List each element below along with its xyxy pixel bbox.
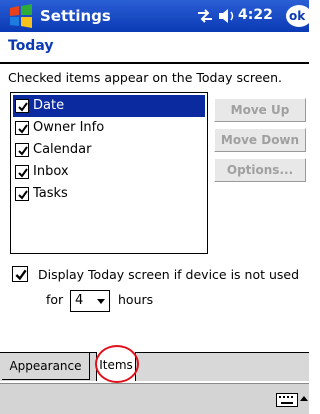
list-item-tasks[interactable]: Tasks xyxy=(13,183,205,205)
checkbox-tasks[interactable] xyxy=(15,187,29,201)
hours-dropdown[interactable]: 4 xyxy=(70,290,110,312)
hours-label: hours xyxy=(118,292,154,307)
app-title: Settings xyxy=(40,7,111,25)
checkmark-icon xyxy=(18,190,28,200)
item-label: Tasks xyxy=(33,186,68,201)
title-divider xyxy=(0,62,309,64)
display-today-label: Display Today screen if device is not us… xyxy=(38,267,300,282)
checkbox-date[interactable] xyxy=(15,99,29,113)
list-item-inbox[interactable]: Inbox xyxy=(13,161,205,183)
list-item-owner-info[interactable]: Owner Info xyxy=(13,117,205,139)
checkbox-inbox[interactable] xyxy=(15,165,29,179)
checkbox-calendar[interactable] xyxy=(15,143,29,157)
checkmark-icon xyxy=(18,146,28,156)
item-label: Inbox xyxy=(33,164,69,179)
move-down-button[interactable]: Move Down xyxy=(214,128,306,152)
checkbox-owner-info[interactable] xyxy=(15,121,29,135)
title-bar: Settings 4:22 ok xyxy=(0,0,312,32)
item-label: Date xyxy=(33,98,65,113)
keyboard-icon[interactable] xyxy=(276,393,298,407)
ok-button[interactable]: ok xyxy=(286,5,312,27)
checkmark-icon xyxy=(18,102,28,112)
speaker-icon[interactable] xyxy=(218,8,238,24)
windows-start-icon[interactable] xyxy=(8,4,34,28)
instructions-text: Checked items appear on the Today screen… xyxy=(8,70,283,85)
tab-appearance[interactable]: Appearance xyxy=(2,353,90,380)
list-item-date[interactable]: Date xyxy=(13,95,205,117)
item-label: Calendar xyxy=(33,142,92,157)
checkmark-icon xyxy=(15,269,27,281)
move-up-button[interactable]: Move Up xyxy=(214,98,306,122)
command-bar xyxy=(0,383,309,414)
chevron-down-icon[interactable] xyxy=(97,299,105,304)
display-today-option[interactable]: Display Today screen if device is not us… xyxy=(12,266,309,286)
checkmark-icon xyxy=(18,124,28,134)
page-title: Today xyxy=(8,38,54,54)
clock[interactable]: 4:22 xyxy=(238,7,273,23)
tab-strip: Appearance Items xyxy=(0,352,309,381)
display-today-checkbox[interactable] xyxy=(12,266,28,282)
highlight-annotation xyxy=(95,345,139,383)
options-button[interactable]: Options... xyxy=(214,158,306,182)
today-items-list[interactable]: Date Owner Info Calendar Inbox Tasks xyxy=(10,92,208,254)
item-label: Owner Info xyxy=(33,120,105,135)
checkmark-icon xyxy=(18,168,28,178)
list-item-calendar[interactable]: Calendar xyxy=(13,139,205,161)
connectivity-icon[interactable] xyxy=(196,8,214,24)
hours-value: 4 xyxy=(75,293,84,308)
input-menu-arrow-icon[interactable] xyxy=(300,396,308,401)
for-label: for xyxy=(46,292,64,307)
